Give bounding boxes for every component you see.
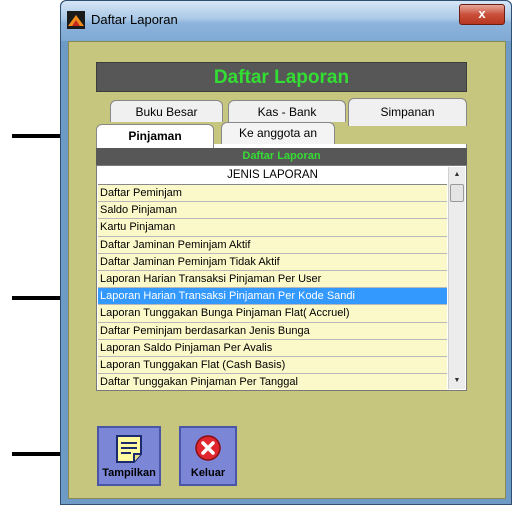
list-subheader: Daftar Laporan [96, 148, 467, 165]
list-body[interactable]: Daftar Peminjam Saldo Pinjaman Kartu Pin… [98, 185, 447, 390]
list-item[interactable]: Daftar Peminjam [98, 185, 447, 203]
scroll-thumb[interactable] [450, 184, 464, 202]
window-title: Daftar Laporan [91, 12, 178, 27]
list-item[interactable]: Daftar Jaminan Peminjam Tidak Aktif [98, 253, 447, 271]
list-item[interactable]: Laporan Harian Transaksi Pinjaman Per Us… [98, 270, 447, 289]
list-item[interactable]: Saldo Pinjaman [98, 202, 447, 220]
exit-button-label: Keluar [190, 467, 226, 479]
app-icon [67, 11, 85, 29]
tab-label: Ke anggota an [238, 126, 318, 140]
list-item[interactable]: Laporan Harian Transaksi Pinjaman Per Ko… [98, 288, 447, 306]
page-title: Daftar Laporan [96, 62, 467, 92]
show-button[interactable]: Tampilkan [97, 426, 161, 486]
list-scrollbar[interactable]: ▲ ▼ [448, 167, 465, 389]
tab-label: Buku Besar [135, 105, 198, 119]
scroll-up-icon[interactable]: ▲ [449, 167, 465, 183]
tab-label: Simpanan [380, 105, 435, 119]
scroll-down-icon[interactable]: ▼ [449, 373, 465, 389]
show-button-label: Tampilkan [102, 467, 156, 479]
tab-simpanan[interactable]: Simpanan [348, 98, 467, 126]
tab-buku-besar[interactable]: Buku Besar [110, 100, 223, 122]
report-list[interactable]: JENIS LAPORAN Daftar Peminjam Saldo Pinj… [96, 165, 467, 391]
note-icon [116, 435, 142, 463]
list-item[interactable]: Daftar Tunggakan Pinjaman Per Tanggal [98, 374, 447, 390]
tab-kas-bank[interactable]: Kas - Bank [228, 100, 346, 122]
list-column-header: JENIS LAPORAN [98, 167, 447, 185]
client-area: Daftar Laporan Buku Besar Kas - Bank Sim… [68, 41, 506, 499]
list-item[interactable]: Kartu Pinjaman [98, 219, 447, 237]
report-window: Daftar Laporan x Daftar Laporan Buku Bes… [60, 0, 512, 505]
exit-button[interactable]: Keluar [179, 426, 237, 486]
list-item[interactable]: Laporan Tunggakan Bunga Pinjaman Flat( A… [98, 305, 447, 323]
list-item[interactable]: Daftar Peminjam berdasarkan Jenis Bunga [98, 322, 447, 340]
list-item[interactable]: Laporan Saldo Pinjaman Per Avalis [98, 339, 447, 357]
list-item[interactable]: Daftar Jaminan Peminjam Aktif [98, 236, 447, 254]
title-bar[interactable]: Daftar Laporan x [61, 1, 511, 41]
tab-label: Kas - Bank [257, 105, 317, 119]
list-item[interactable]: Laporan Tunggakan Flat (Cash Basis) [98, 356, 447, 375]
close-circle-icon [195, 435, 221, 461]
tab-pinjaman[interactable]: Pinjaman [96, 124, 214, 148]
close-button[interactable]: x [459, 4, 505, 25]
tab-ke-anggota-an[interactable]: Ke anggota an [221, 122, 335, 144]
tab-label: Pinjaman [128, 129, 182, 143]
